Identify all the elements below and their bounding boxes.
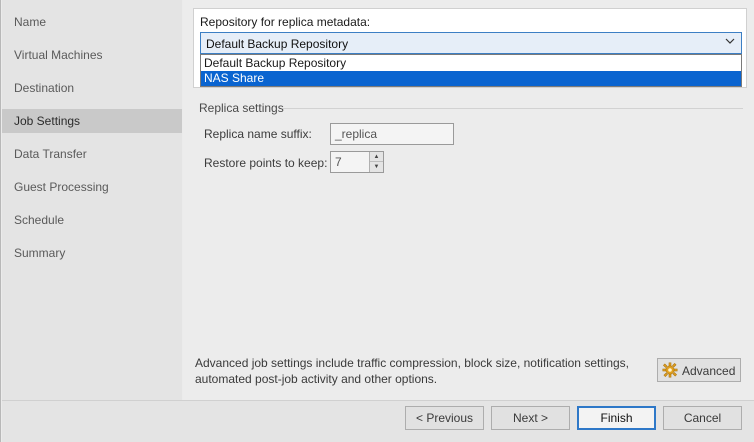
step-name[interactable]: Name [2, 10, 182, 34]
restore-points-label: Restore points to keep: [204, 156, 328, 170]
advanced-button-label: Advanced [682, 364, 736, 378]
step-destination[interactable]: Destination [2, 76, 182, 100]
advanced-description: Advanced job settings include traffic co… [195, 355, 645, 387]
stepper-up-icon[interactable]: ▲ [370, 152, 383, 162]
stepper-down-icon[interactable]: ▼ [370, 162, 383, 172]
step-virtual-machines[interactable]: Virtual Machines [2, 43, 182, 67]
advanced-button[interactable]: Advanced [657, 358, 741, 382]
step-data-transfer[interactable]: Data Transfer [2, 142, 182, 166]
repository-dropdown-list: Default Backup Repository NAS Share [200, 54, 742, 87]
repository-selected-value: Default Backup Repository [206, 37, 349, 51]
restore-points-value[interactable]: 7 [335, 155, 342, 169]
step-guest-processing[interactable]: Guest Processing [2, 175, 182, 199]
repository-panel: Repository for replica metadata: Default… [193, 8, 747, 88]
dropdown-option-nas-share[interactable]: NAS Share [201, 71, 741, 86]
wizard-window: Name Virtual Machines Destination Job Se… [0, 0, 754, 442]
next-button[interactable]: Next > [491, 406, 570, 430]
advanced-description-line1: Advanced job settings include traffic co… [195, 356, 630, 370]
repository-label: Repository for replica metadata: [200, 15, 371, 29]
stepper-buttons: ▲ ▼ [369, 152, 383, 172]
step-schedule[interactable]: Schedule [2, 208, 182, 232]
replica-name-suffix-input[interactable]: _replica [330, 123, 454, 145]
chevron-down-icon[interactable] [725, 36, 735, 49]
step-summary[interactable]: Summary [2, 241, 182, 265]
step-job-settings[interactable]: Job Settings [2, 109, 182, 133]
section-divider [283, 108, 743, 109]
replica-settings-title: Replica settings [199, 101, 284, 115]
cancel-button[interactable]: Cancel [663, 406, 742, 430]
replica-name-suffix-label: Replica name suffix: [204, 127, 312, 141]
dropdown-option-default-backup-repository[interactable]: Default Backup Repository [201, 56, 741, 71]
gear-icon [662, 362, 678, 378]
wizard-steps-sidebar: Name Virtual Machines Destination Job Se… [2, 0, 182, 400]
finish-button[interactable]: Finish [577, 406, 656, 430]
repository-combobox[interactable]: Default Backup Repository [200, 32, 742, 54]
previous-button[interactable]: < Previous [405, 406, 484, 430]
advanced-description-line2: automated post-job activity and other op… [195, 372, 438, 386]
restore-points-stepper[interactable]: 7 ▲ ▼ [330, 151, 384, 173]
